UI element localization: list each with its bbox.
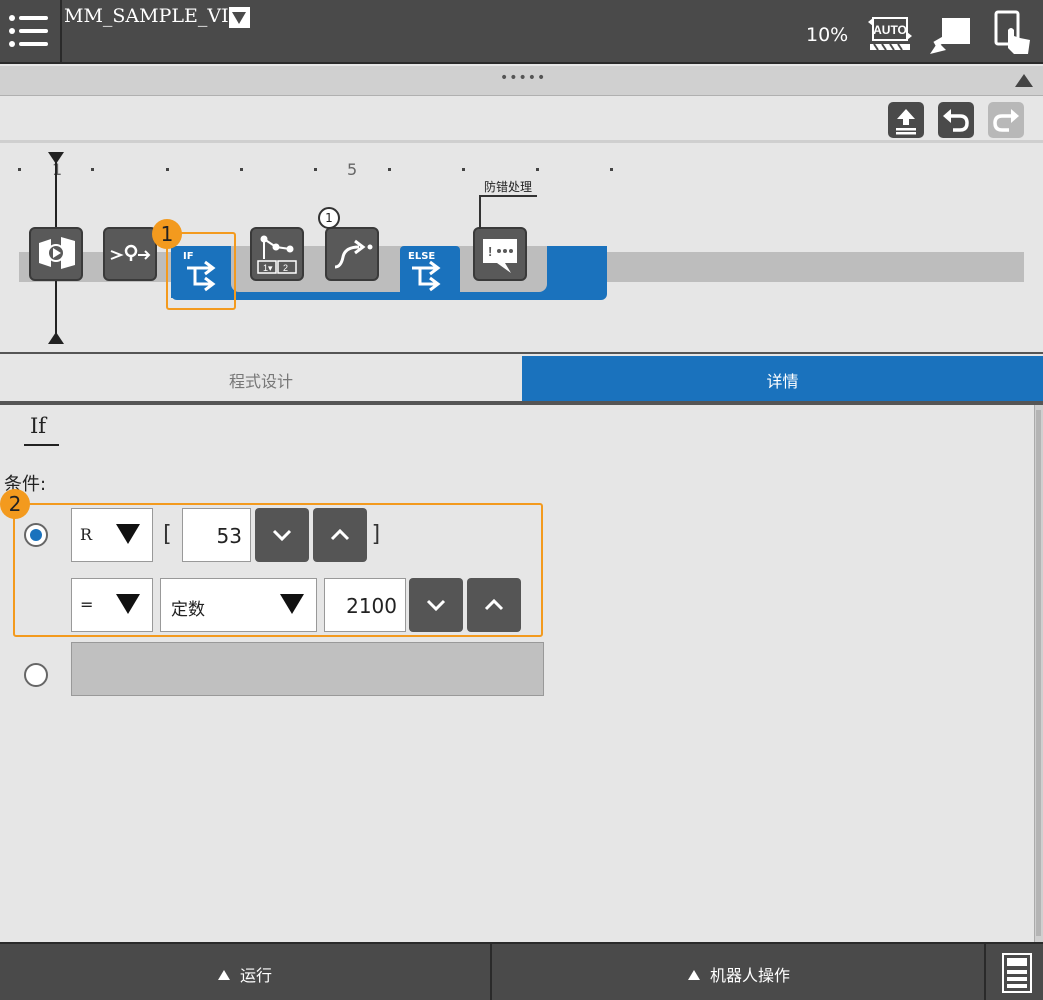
auto-mode-icon[interactable]: AUTO <box>866 12 914 54</box>
cursor-top-marker-icon[interactable] <box>48 152 64 164</box>
upload-icon <box>896 109 916 135</box>
controller-icon <box>1002 953 1032 993</box>
dropdown-arrow-icon <box>116 594 140 614</box>
timeline-tick <box>166 168 169 171</box>
controller-button[interactable] <box>988 944 1043 1000</box>
jump-node[interactable] <box>325 227 379 281</box>
svg-text:!: ! <box>488 244 492 259</box>
callout-line <box>479 195 537 197</box>
waypoint-icon <box>110 244 151 261</box>
chevron-up-icon <box>484 598 504 611</box>
cursor-bottom-marker-icon[interactable] <box>48 332 64 344</box>
drag-handle[interactable]: ••••• <box>500 66 546 90</box>
vision-program-node[interactable] <box>29 227 83 281</box>
timeline-tick-label: 5 <box>347 160 358 179</box>
value-increment-button[interactable] <box>467 578 521 632</box>
redo-icon <box>993 109 1019 132</box>
menu-button[interactable] <box>0 0 62 64</box>
condition-radio-1[interactable] <box>24 523 48 547</box>
register-index-increment-button[interactable] <box>313 508 367 562</box>
register-index-decrement-button[interactable] <box>255 508 309 562</box>
register-type-value: R <box>80 525 93 544</box>
robot-operation-label: 机器人操作 <box>709 966 790 985</box>
tab-details[interactable]: 详情 <box>522 356 1043 402</box>
timeline-tick <box>18 168 21 171</box>
run-label: 运行 <box>239 966 272 985</box>
robot-operation-button[interactable]: 机器人操作 <box>494 944 986 1000</box>
speed-override[interactable]: 10% <box>806 24 848 46</box>
run-button[interactable]: 运行 <box>0 944 492 1000</box>
undo-icon <box>943 109 969 132</box>
teach-pendant-icon[interactable] <box>928 14 972 56</box>
else-block-end <box>547 246 607 292</box>
chevron-up-icon <box>330 528 350 541</box>
timeline-tick <box>240 168 243 171</box>
timeline-tick <box>462 168 465 171</box>
path-select-icon: 1▾ 2 <box>257 235 297 274</box>
empty-condition-slot[interactable] <box>71 642 544 696</box>
branch-icon <box>412 260 441 292</box>
constant-value: 2100 <box>346 594 397 618</box>
timeline-tick <box>536 168 539 171</box>
svg-text:1▾: 1▾ <box>263 263 273 273</box>
jump-icon <box>334 239 373 269</box>
condition-radio-2[interactable] <box>24 663 48 687</box>
timeline-toolbar <box>0 97 1043 143</box>
scrollbar-thumb[interactable] <box>1036 410 1041 936</box>
upload-button[interactable] <box>888 102 924 138</box>
value-type-value: 定数 <box>171 600 205 620</box>
step-badge-1: 1 <box>152 219 182 249</box>
bracket-close: ] <box>370 522 384 547</box>
timeline-tick <box>314 168 317 171</box>
step-badge-2: 2 <box>0 489 30 519</box>
timeline-tick <box>388 168 391 171</box>
error-handling-callout: 防错处理 <box>484 180 533 194</box>
timeline-tick <box>610 168 613 171</box>
dropdown-arrow-icon <box>116 524 140 544</box>
expand-up-icon <box>687 970 700 980</box>
timeline-tick <box>91 168 94 171</box>
svg-text:2: 2 <box>283 263 288 273</box>
else-node[interactable]: ELSE <box>400 246 460 292</box>
chevron-down-icon <box>426 599 446 612</box>
constant-value-input[interactable]: 2100 <box>324 578 406 632</box>
value-decrement-button[interactable] <box>409 578 463 632</box>
register-type-select[interactable]: R <box>71 508 153 562</box>
operator-select[interactable]: = <box>71 578 153 632</box>
tab-program-design[interactable]: 程式设计 <box>0 356 522 402</box>
undo-button[interactable] <box>938 102 974 138</box>
collapse-up-icon[interactable] <box>1015 74 1033 87</box>
jump-index-badge: 1 <box>318 207 340 229</box>
move-to-node[interactable] <box>103 227 157 281</box>
callout-line <box>479 195 481 229</box>
redo-button[interactable] <box>988 102 1024 138</box>
svg-text:AUTO: AUTO <box>873 23 907 37</box>
operator-value: = <box>80 595 94 614</box>
program-dropdown-icon[interactable] <box>229 7 250 28</box>
title-underline <box>24 444 59 446</box>
vision-icon <box>39 237 75 269</box>
program-name[interactable]: MM_SAMPLE_VIZ <box>64 5 242 27</box>
instruction-title: If <box>30 414 47 438</box>
register-index-value: 53 <box>216 524 242 548</box>
message-icon: ! <box>483 239 517 273</box>
bracket-open: [ <box>160 522 174 547</box>
tab-program-design-label: 程式设计 <box>228 372 293 391</box>
touch-icon[interactable] <box>992 10 1032 56</box>
chevron-down-icon <box>272 529 292 542</box>
message-node[interactable]: ! <box>473 227 527 281</box>
dropdown-arrow-icon <box>280 594 304 614</box>
tab-details-label: 详情 <box>766 372 799 391</box>
multi-route-node[interactable]: 1▾ 2 <box>250 227 304 281</box>
expand-up-icon <box>217 970 230 980</box>
register-index-input[interactable]: 53 <box>182 508 251 562</box>
hamburger-menu-icon <box>9 15 48 47</box>
value-type-select[interactable]: 定数 <box>160 578 317 632</box>
